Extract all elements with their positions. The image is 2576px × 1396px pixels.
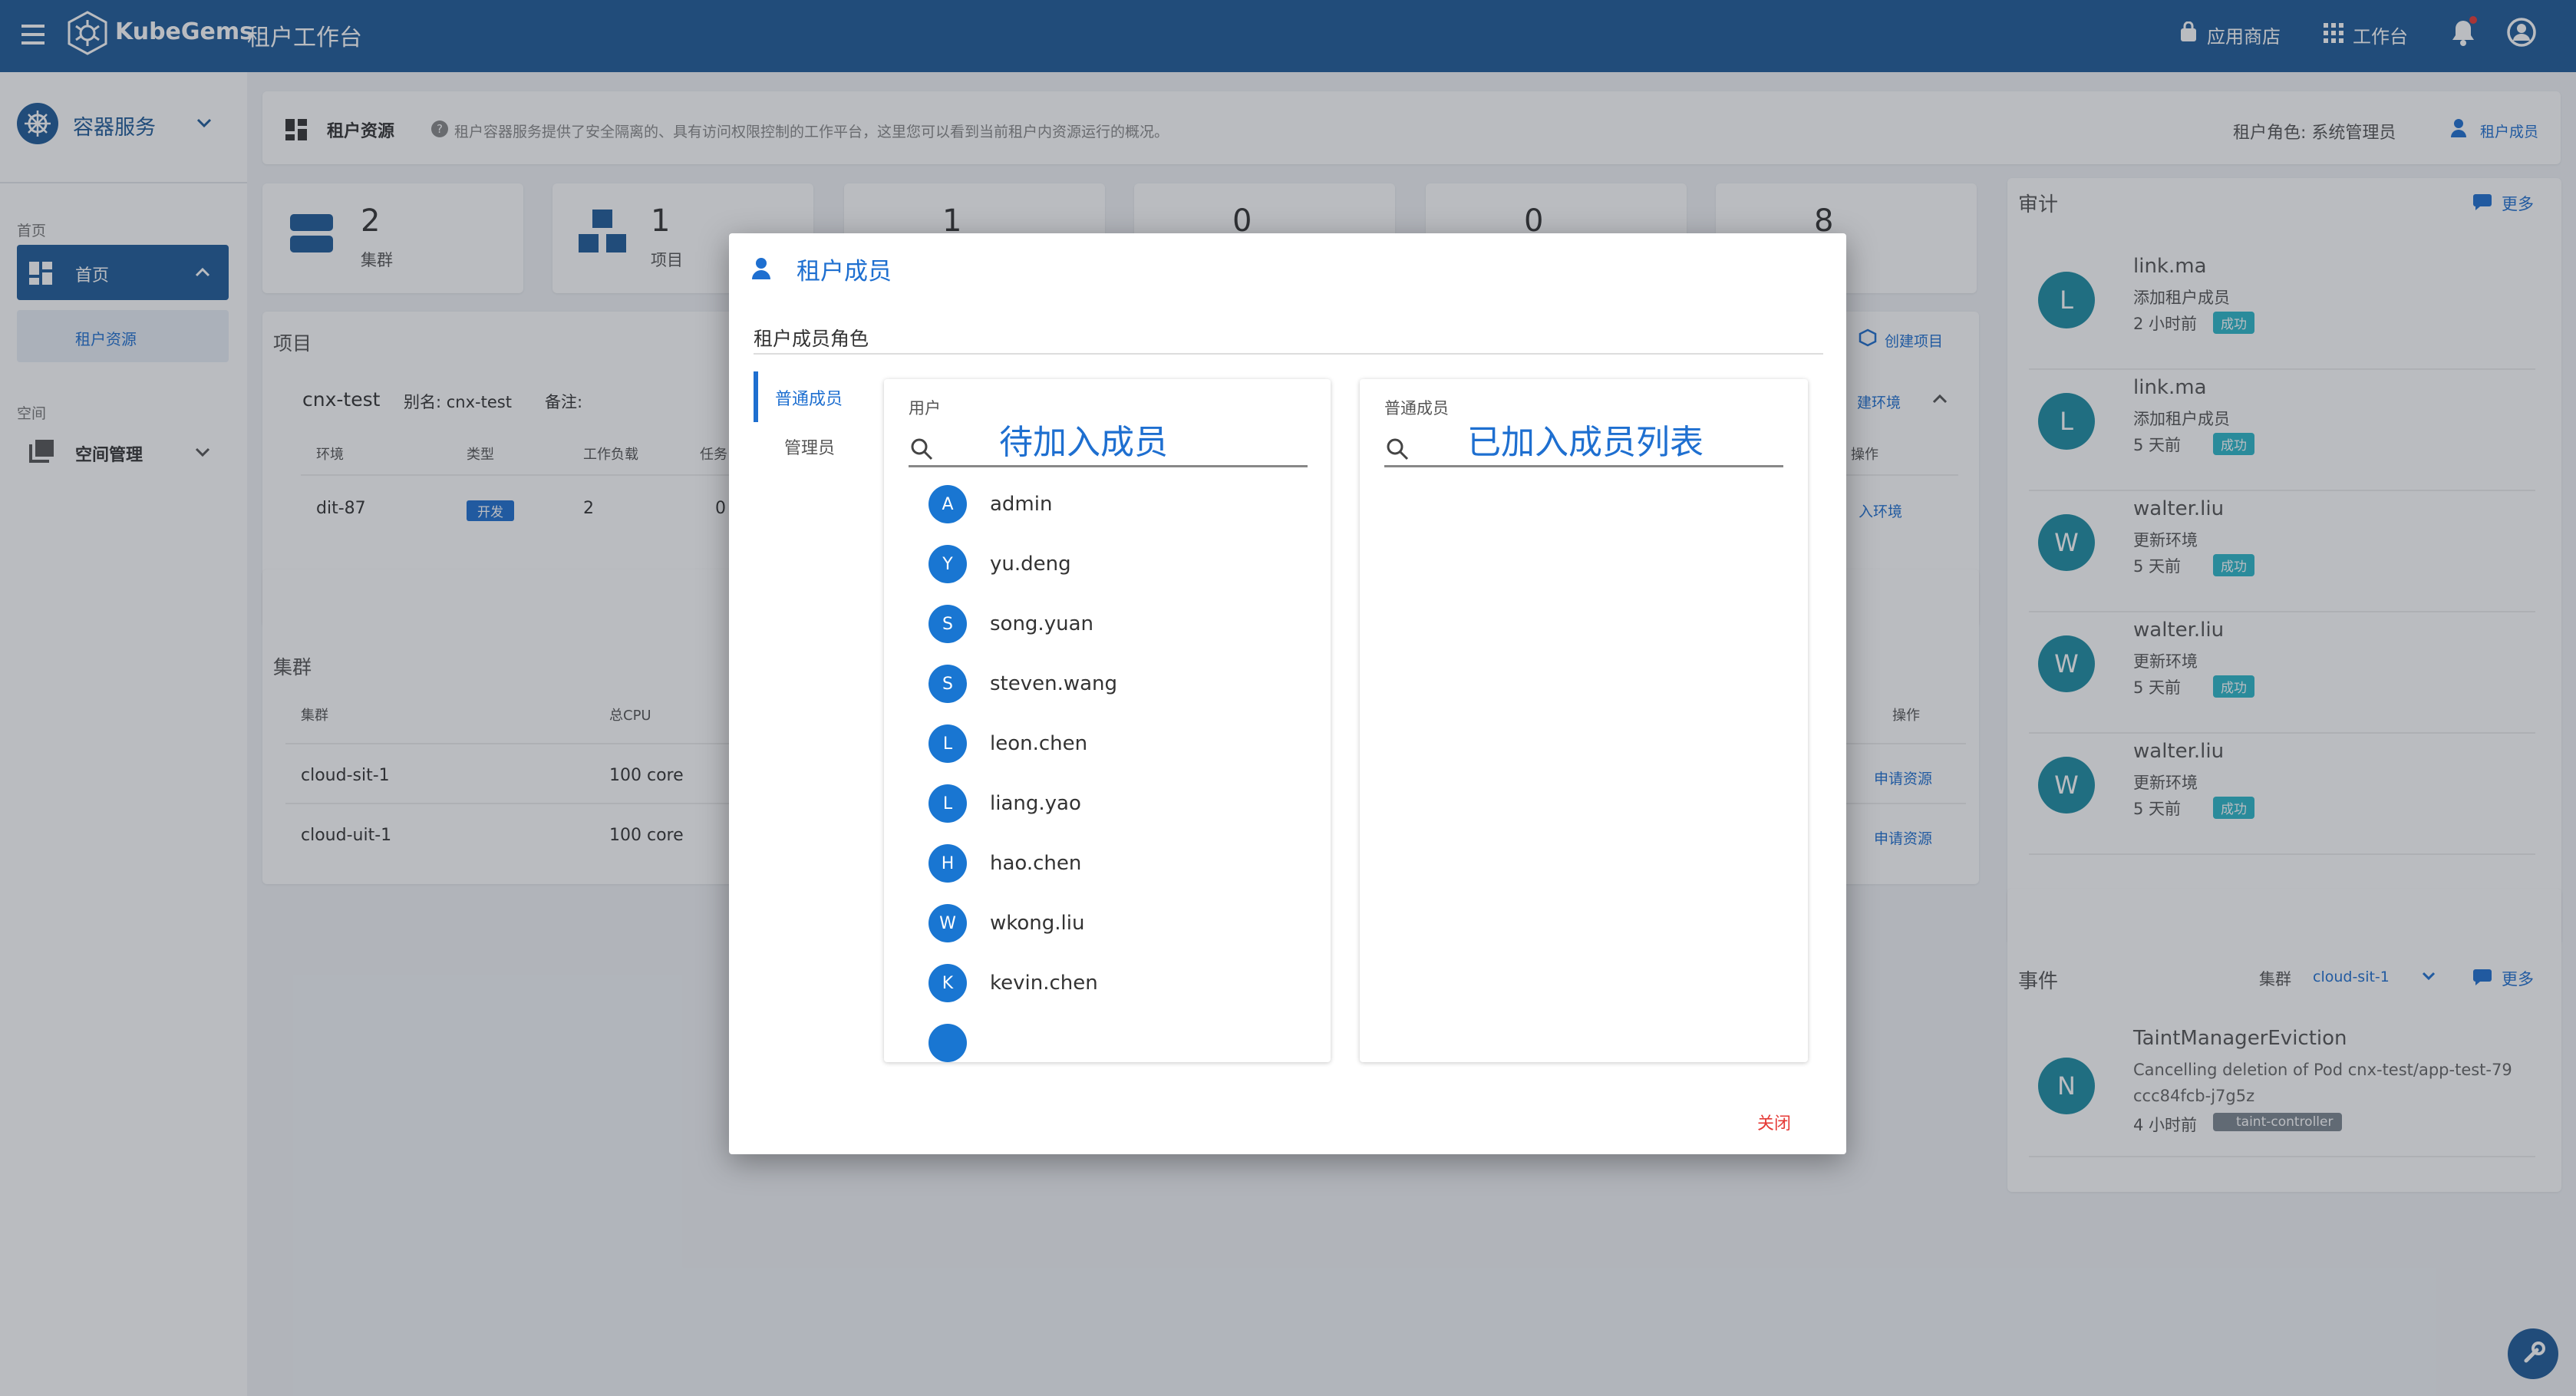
pending-members-annotation: 待加入成员	[999, 423, 1168, 462]
members-label: 普通成员	[1384, 399, 1449, 417]
search-underline	[1384, 465, 1783, 467]
user-avatar: A	[928, 485, 967, 523]
user-avatar	[928, 1024, 967, 1062]
user-row[interactable]: L liang.yao	[928, 774, 1312, 833]
user-name: leon.chen	[990, 732, 1088, 755]
joined-members-panel: 普通成员 已加入成员列表	[1360, 379, 1808, 1062]
available-users-panel: 用户 待加入成员 A admin Y yu.deng S song.yuan S…	[884, 379, 1331, 1062]
user-name: song.yuan	[990, 612, 1093, 635]
user-name: yu.deng	[990, 553, 1071, 576]
user-row[interactable]: H hao.chen	[928, 833, 1312, 893]
users-label: 用户	[909, 399, 941, 417]
user-name: hao.chen	[990, 852, 1082, 875]
user-avatar: L	[928, 724, 967, 763]
role-section-title: 租户成员角色	[754, 328, 869, 350]
user-row[interactable]: S steven.wang	[928, 654, 1312, 714]
user-row[interactable]: S song.yuan	[928, 594, 1312, 654]
user-name: wkong.liu	[990, 912, 1085, 935]
close-button[interactable]: 关闭	[1757, 1110, 1791, 1134]
user-avatar: K	[928, 964, 967, 1002]
user-name: steven.wang	[990, 672, 1118, 695]
user-row-partial[interactable]	[928, 1013, 1312, 1062]
user-avatar: H	[928, 844, 967, 883]
user-row[interactable]: Y yu.deng	[928, 534, 1312, 594]
user-name: liang.yao	[990, 792, 1081, 815]
dialog-title: 租户成员	[797, 258, 892, 285]
divider	[754, 353, 1823, 355]
tab-regular-members[interactable]: 普通成员	[775, 385, 843, 410]
user-avatar: W	[928, 904, 967, 942]
user-avatar: S	[928, 665, 967, 703]
tab-active-indicator	[754, 371, 758, 422]
user-avatar: S	[928, 605, 967, 643]
tenant-members-dialog: 租户成员 租户成员角色 普通成员 管理员 用户 待加入成员 A admin Y …	[729, 233, 1846, 1154]
user-avatar: Y	[928, 545, 967, 583]
user-name: kevin.chen	[990, 972, 1098, 995]
user-row[interactable]: W wkong.liu	[928, 893, 1312, 953]
search-underline	[909, 465, 1308, 467]
search-icon	[911, 438, 933, 460]
user-icon	[752, 258, 770, 279]
user-avatar: L	[928, 784, 967, 823]
user-row[interactable]: K kevin.chen	[928, 953, 1312, 1013]
search-icon	[1387, 438, 1409, 460]
user-row[interactable]: L leon.chen	[928, 714, 1312, 774]
user-name: admin	[990, 493, 1053, 516]
joined-members-annotation: 已加入成员列表	[1467, 423, 1704, 462]
tab-admins[interactable]: 管理员	[784, 434, 835, 459]
user-row[interactable]: A admin	[928, 474, 1312, 534]
available-users-list: A admin Y yu.deng S song.yuan S steven.w…	[928, 474, 1312, 1062]
